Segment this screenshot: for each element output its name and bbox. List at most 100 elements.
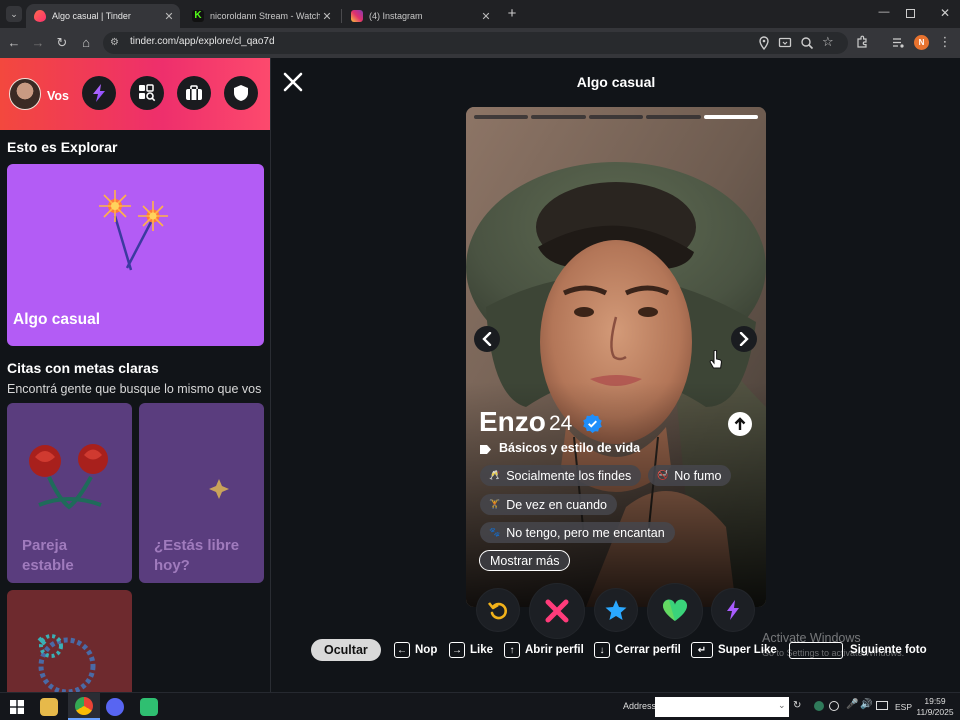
reload-icon[interactable]: ↻	[54, 35, 70, 51]
tab-kick[interactable]: K nicoroldann Stream - Watch Li ✕	[184, 4, 338, 28]
app-icon[interactable]	[140, 698, 158, 716]
profile-avatar[interactable]: N	[914, 35, 929, 50]
close-icon[interactable]: ✕	[162, 10, 176, 23]
card-label: Algo casual	[13, 311, 100, 328]
close-icon[interactable]: ✕	[320, 10, 334, 23]
bolt-icon	[727, 600, 739, 620]
explore-grid-button[interactable]	[130, 76, 164, 110]
card-pareja-estable[interactable]: Pareja estable	[7, 403, 132, 583]
refresh-icon[interactable]: ↻	[793, 700, 805, 712]
x-icon	[545, 599, 569, 623]
instagram-logo-icon	[351, 10, 363, 22]
arrow-left-key-icon: ←	[394, 642, 410, 658]
star-icon	[605, 600, 627, 620]
boost-button[interactable]	[712, 589, 754, 631]
card-partial[interactable]	[7, 590, 132, 692]
bookmark-star-icon[interactable]: ☆	[822, 35, 836, 49]
new-tab-button[interactable]: +	[504, 6, 520, 22]
clock-date: 11/9/2025	[916, 707, 954, 717]
arrow-up-icon	[734, 417, 746, 430]
forward-icon[interactable]: →	[30, 35, 46, 51]
back-icon[interactable]: ←	[6, 35, 22, 51]
file-explorer-icon[interactable]	[40, 698, 58, 716]
photo-progress-segment[interactable]	[474, 115, 529, 119]
chrome-taskbar-button[interactable]	[68, 693, 100, 720]
tab-instagram[interactable]: (4) Instagram ✕	[343, 4, 497, 28]
shortcut-nope: ← Nop	[394, 640, 437, 660]
tab-title: Algo casual | Tinder	[52, 11, 131, 21]
section-title-explore: Esto es Explorar	[7, 139, 118, 155]
shield-icon	[234, 85, 248, 101]
tray-app-icon[interactable]	[814, 701, 824, 711]
arrow-up-key-icon: ↑	[504, 642, 520, 658]
windows-start-icon[interactable]	[10, 700, 24, 714]
chevron-right-icon	[739, 332, 749, 346]
tab-tinder[interactable]: Algo casual | Tinder ✕	[26, 4, 180, 28]
window-close-button[interactable]: ✕	[937, 6, 953, 22]
shortcut-open-profile: ↑ Abrir perfil	[504, 640, 584, 660]
section-title-goals: Citas con metas claras	[7, 360, 159, 376]
site-info-icon[interactable]: ⚙	[110, 37, 122, 49]
shortcut-close-profile: ↓ Cerrar perfil	[594, 640, 681, 660]
extensions-icon[interactable]	[855, 35, 869, 49]
boost-button[interactable]	[82, 76, 116, 110]
chip-exercise: 🏋 De vez en cuando	[480, 494, 617, 515]
location-icon[interactable]	[758, 36, 770, 51]
network-icon[interactable]	[876, 701, 888, 710]
glass-icon: 🥂	[489, 470, 501, 480]
sidebar-header: Vos	[0, 58, 270, 130]
tab-title: nicoroldann Stream - Watch Li	[210, 11, 320, 21]
address-toolbar-label: Address	[623, 701, 657, 711]
microphone-icon[interactable]: 🎤	[846, 699, 858, 710]
photo-progress-segment[interactable]	[646, 115, 701, 119]
enter-key-icon: ↵	[691, 642, 713, 658]
rewind-button[interactable]	[477, 589, 519, 631]
url-text[interactable]: tinder.com/app/explore/cl_qao7d	[130, 36, 275, 47]
passport-button[interactable]	[177, 76, 211, 110]
discord-icon[interactable]	[106, 698, 124, 716]
like-button[interactable]	[648, 584, 702, 638]
maximize-button[interactable]	[906, 9, 915, 18]
safety-button[interactable]	[224, 76, 258, 110]
close-icon[interactable]	[283, 72, 303, 92]
next-photo-button[interactable]	[731, 326, 757, 352]
photo-progress-bars	[474, 115, 759, 119]
cast-icon[interactable]	[778, 36, 792, 50]
user-label[interactable]: Vos	[47, 89, 69, 103]
home-icon[interactable]: ⌂	[78, 35, 94, 51]
tag-icon	[479, 442, 492, 454]
show-more-button[interactable]: Mostrar más	[479, 550, 571, 571]
arrow-down-key-icon: ↓	[594, 642, 610, 658]
close-icon[interactable]: ✕	[479, 10, 493, 23]
card-label: Pareja estable	[22, 537, 74, 574]
photo-progress-segment[interactable]	[588, 115, 644, 119]
open-profile-button[interactable]	[728, 412, 752, 436]
chip-smoking: 🚭 No fumo	[648, 465, 732, 486]
verified-badge-icon	[583, 414, 602, 433]
media-queue-icon[interactable]	[891, 36, 905, 50]
shortcut-like: → Like	[449, 640, 493, 660]
input-language[interactable]: ESP	[895, 702, 912, 712]
super-like-button[interactable]	[595, 589, 637, 631]
minimize-button[interactable]: —	[876, 6, 892, 22]
photo-progress-segment[interactable]	[531, 115, 586, 119]
photo-progress-segment[interactable]	[703, 115, 759, 119]
nope-button[interactable]	[530, 584, 584, 638]
chevron-down-icon[interactable]: ⌄	[778, 700, 786, 711]
tray-globe-icon[interactable]	[829, 701, 839, 711]
zoom-icon[interactable]	[800, 36, 814, 50]
tab-search-button[interactable]: ⌄	[6, 6, 22, 22]
address-toolbar-input[interactable]	[655, 697, 789, 717]
hide-shortcuts-button[interactable]: Ocultar	[311, 639, 381, 661]
briefcase-icon	[186, 85, 202, 100]
clock[interactable]: 19:59 11/9/2025	[916, 696, 954, 718]
previous-photo-button[interactable]	[474, 326, 500, 352]
more-menu-icon[interactable]: ⋮	[938, 35, 952, 49]
user-avatar[interactable]	[9, 78, 41, 110]
card-estas-libre-hoy[interactable]: ¿Estás libre hoy?	[139, 403, 264, 583]
card-algo-casual[interactable]: Algo casual	[7, 164, 264, 346]
beads-icon	[37, 634, 96, 692]
clock-time: 19:59	[924, 696, 946, 706]
chip-pets: 🐾 No tengo, pero me encantan	[480, 522, 675, 543]
volume-icon[interactable]: 🔊	[860, 699, 872, 710]
